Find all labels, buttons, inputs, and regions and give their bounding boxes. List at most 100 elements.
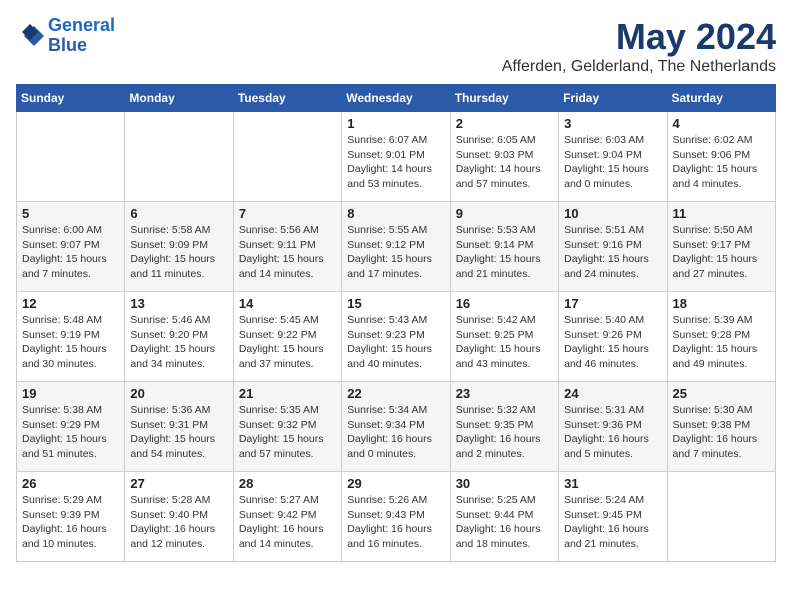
day-info: Sunrise: 5:27 AM Sunset: 9:42 PM Dayligh… <box>239 493 336 552</box>
day-info: Sunrise: 5:48 AM Sunset: 9:19 PM Dayligh… <box>22 313 119 372</box>
calendar-cell: 22Sunrise: 5:34 AM Sunset: 9:34 PM Dayli… <box>342 382 450 472</box>
day-info: Sunrise: 6:02 AM Sunset: 9:06 PM Dayligh… <box>673 133 770 192</box>
day-number: 6 <box>130 206 227 221</box>
day-info: Sunrise: 5:36 AM Sunset: 9:31 PM Dayligh… <box>130 403 227 462</box>
day-number: 29 <box>347 476 444 491</box>
day-info: Sunrise: 5:46 AM Sunset: 9:20 PM Dayligh… <box>130 313 227 372</box>
day-info: Sunrise: 5:29 AM Sunset: 9:39 PM Dayligh… <box>22 493 119 552</box>
logo: General Blue <box>16 16 115 56</box>
calendar-week-4: 19 Sunrise: 5:38 AM Sunset: 9:29 PM Dayli… <box>17 382 776 472</box>
day-number: 28 <box>239 476 336 491</box>
day-info: Sunrise: 5:35 AM Sunset: 9:32 PM Dayligh… <box>239 403 336 462</box>
day-info: Sunrise: 5:51 AM Sunset: 9:16 PM Dayligh… <box>564 223 661 282</box>
calendar-cell: 24 Sunrise: 5:31 AM Sunset: 9:36 PM Dayli… <box>559 382 667 472</box>
day-number: 18 <box>673 296 770 311</box>
day-number: 24 <box>564 386 661 401</box>
weekday-header-wednesday: Wednesday <box>342 85 450 112</box>
calendar-cell: 10 Sunrise: 5:51 AM Sunset: 9:16 PM Dayli… <box>559 202 667 292</box>
calendar-cell: 27Sunrise: 5:28 AM Sunset: 9:40 PM Dayli… <box>125 472 233 562</box>
calendar-cell: 7 Sunrise: 5:56 AM Sunset: 9:11 PM Daylig… <box>233 202 341 292</box>
calendar-cell: 1Sunrise: 6:07 AM Sunset: 9:01 PM Daylig… <box>342 112 450 202</box>
day-number: 9 <box>456 206 553 221</box>
calendar-cell: 11 Sunrise: 5:50 AM Sunset: 9:17 PM Dayli… <box>667 202 775 292</box>
calendar-week-3: 12Sunrise: 5:48 AM Sunset: 9:19 PM Dayli… <box>17 292 776 382</box>
day-info: Sunrise: 5:31 AM Sunset: 9:36 PM Dayligh… <box>564 403 661 462</box>
day-info: Sunrise: 6:00 AM Sunset: 9:07 PM Dayligh… <box>22 223 119 282</box>
calendar-cell: 29 Sunrise: 5:26 AM Sunset: 9:43 PM Dayli… <box>342 472 450 562</box>
day-info: Sunrise: 5:50 AM Sunset: 9:17 PM Dayligh… <box>673 223 770 282</box>
day-info: Sunrise: 5:45 AM Sunset: 9:22 PM Dayligh… <box>239 313 336 372</box>
calendar-cell: 20 Sunrise: 5:36 AM Sunset: 9:31 PM Dayli… <box>125 382 233 472</box>
calendar-cell <box>233 112 341 202</box>
calendar-cell <box>667 472 775 562</box>
day-info: Sunrise: 5:43 AM Sunset: 9:23 PM Dayligh… <box>347 313 444 372</box>
calendar-body: 1Sunrise: 6:07 AM Sunset: 9:01 PM Daylig… <box>17 112 776 562</box>
page-header: General Blue May 2024 Afferden, Gelderla… <box>16 16 776 76</box>
calendar-cell: 16 Sunrise: 5:42 AM Sunset: 9:25 PM Dayli… <box>450 292 558 382</box>
day-number: 5 <box>22 206 119 221</box>
day-number: 20 <box>130 386 227 401</box>
logo-text: General Blue <box>48 16 115 56</box>
day-info: Sunrise: 5:34 AM Sunset: 9:34 PM Dayligh… <box>347 403 444 462</box>
day-number: 14 <box>239 296 336 311</box>
calendar-cell: 30Sunrise: 5:25 AM Sunset: 9:44 PM Dayli… <box>450 472 558 562</box>
day-info: Sunrise: 5:30 AM Sunset: 9:38 PM Dayligh… <box>673 403 770 462</box>
day-number: 25 <box>673 386 770 401</box>
day-number: 10 <box>564 206 661 221</box>
calendar-cell: 15 Sunrise: 5:43 AM Sunset: 9:23 PM Dayli… <box>342 292 450 382</box>
logo-icon <box>16 22 44 50</box>
location: Afferden, Gelderland, The Netherlands <box>502 58 776 76</box>
day-number: 15 <box>347 296 444 311</box>
day-number: 17 <box>564 296 661 311</box>
weekday-header-sunday: Sunday <box>17 85 125 112</box>
calendar-cell: 25 Sunrise: 5:30 AM Sunset: 9:38 PM Dayli… <box>667 382 775 472</box>
day-info: Sunrise: 6:05 AM Sunset: 9:03 PM Dayligh… <box>456 133 553 192</box>
calendar-week-1: 1Sunrise: 6:07 AM Sunset: 9:01 PM Daylig… <box>17 112 776 202</box>
day-info: Sunrise: 5:39 AM Sunset: 9:28 PM Dayligh… <box>673 313 770 372</box>
day-info: Sunrise: 6:03 AM Sunset: 9:04 PM Dayligh… <box>564 133 661 192</box>
calendar-week-5: 26Sunrise: 5:29 AM Sunset: 9:39 PM Dayli… <box>17 472 776 562</box>
day-info: Sunrise: 5:56 AM Sunset: 9:11 PM Dayligh… <box>239 223 336 282</box>
calendar-cell: 8 Sunrise: 5:55 AM Sunset: 9:12 PM Daylig… <box>342 202 450 292</box>
calendar-header-row: SundayMondayTuesdayWednesdayThursdayFrid… <box>17 85 776 112</box>
day-info: Sunrise: 5:38 AM Sunset: 9:29 PM Dayligh… <box>22 403 119 462</box>
calendar-table: SundayMondayTuesdayWednesdayThursdayFrid… <box>16 84 776 562</box>
day-info: Sunrise: 5:32 AM Sunset: 9:35 PM Dayligh… <box>456 403 553 462</box>
weekday-header-friday: Friday <box>559 85 667 112</box>
calendar-cell: 14 Sunrise: 5:45 AM Sunset: 9:22 PM Dayli… <box>233 292 341 382</box>
day-number: 4 <box>673 116 770 131</box>
day-info: Sunrise: 5:28 AM Sunset: 9:40 PM Dayligh… <box>130 493 227 552</box>
calendar-cell: 21 Sunrise: 5:35 AM Sunset: 9:32 PM Dayli… <box>233 382 341 472</box>
day-info: Sunrise: 5:58 AM Sunset: 9:09 PM Dayligh… <box>130 223 227 282</box>
day-info: Sunrise: 5:53 AM Sunset: 9:14 PM Dayligh… <box>456 223 553 282</box>
calendar-cell: 3 Sunrise: 6:03 AM Sunset: 9:04 PM Daylig… <box>559 112 667 202</box>
calendar-cell: 19 Sunrise: 5:38 AM Sunset: 9:29 PM Dayli… <box>17 382 125 472</box>
calendar-cell: 17Sunrise: 5:40 AM Sunset: 9:26 PM Dayli… <box>559 292 667 382</box>
month-title: May 2024 <box>502 16 776 58</box>
day-number: 30 <box>456 476 553 491</box>
calendar-cell: 6 Sunrise: 5:58 AM Sunset: 9:09 PM Daylig… <box>125 202 233 292</box>
calendar-cell: 13 Sunrise: 5:46 AM Sunset: 9:20 PM Dayli… <box>125 292 233 382</box>
day-info: Sunrise: 5:42 AM Sunset: 9:25 PM Dayligh… <box>456 313 553 372</box>
day-number: 16 <box>456 296 553 311</box>
day-number: 21 <box>239 386 336 401</box>
day-info: Sunrise: 5:24 AM Sunset: 9:45 PM Dayligh… <box>564 493 661 552</box>
calendar-cell: 12Sunrise: 5:48 AM Sunset: 9:19 PM Dayli… <box>17 292 125 382</box>
calendar-cell: 4 Sunrise: 6:02 AM Sunset: 9:06 PM Daylig… <box>667 112 775 202</box>
calendar-cell: 31 Sunrise: 5:24 AM Sunset: 9:45 PM Dayli… <box>559 472 667 562</box>
day-info: Sunrise: 5:26 AM Sunset: 9:43 PM Dayligh… <box>347 493 444 552</box>
calendar-cell: 28 Sunrise: 5:27 AM Sunset: 9:42 PM Dayli… <box>233 472 341 562</box>
day-number: 13 <box>130 296 227 311</box>
day-number: 8 <box>347 206 444 221</box>
calendar-cell <box>125 112 233 202</box>
day-number: 23 <box>456 386 553 401</box>
day-number: 31 <box>564 476 661 491</box>
weekday-header-tuesday: Tuesday <box>233 85 341 112</box>
day-number: 3 <box>564 116 661 131</box>
day-number: 7 <box>239 206 336 221</box>
day-number: 11 <box>673 206 770 221</box>
day-info: Sunrise: 5:55 AM Sunset: 9:12 PM Dayligh… <box>347 223 444 282</box>
day-info: Sunrise: 6:07 AM Sunset: 9:01 PM Dayligh… <box>347 133 444 192</box>
day-number: 19 <box>22 386 119 401</box>
calendar-week-2: 5 Sunrise: 6:00 AM Sunset: 9:07 PM Daylig… <box>17 202 776 292</box>
